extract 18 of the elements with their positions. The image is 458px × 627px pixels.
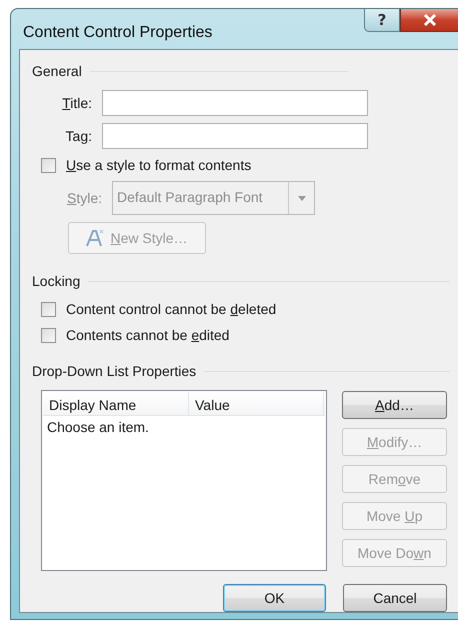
field-label: Style: bbox=[67, 190, 102, 206]
cancel-button[interactable]: Cancel bbox=[343, 584, 447, 612]
item-list[interactable]: Display Name Value Choose an item. bbox=[41, 390, 327, 571]
window-title: Content Control Properties bbox=[23, 24, 214, 42]
list-item[interactable]: Choose an item. bbox=[43, 416, 153, 438]
ok-button[interactable]: OK bbox=[223, 584, 326, 612]
section-heading: General bbox=[32, 63, 82, 79]
section-heading: Drop-Down List Properties bbox=[32, 363, 196, 379]
help-button[interactable]: ? bbox=[364, 9, 400, 32]
column-header[interactable]: Display Name bbox=[43, 392, 189, 415]
list-action-button[interactable]: Add… bbox=[342, 391, 447, 419]
checkbox-label: Content control cannot be deleted bbox=[66, 301, 276, 317]
field-label: Tag: bbox=[64, 128, 92, 144]
checkbox-label: Contents cannot be edited bbox=[66, 327, 230, 343]
field-label: Title: bbox=[61, 95, 92, 111]
column-header[interactable]: Value bbox=[189, 392, 324, 415]
checkbox-label: Use a style to format contents bbox=[66, 157, 252, 173]
section-heading: Locking bbox=[32, 273, 80, 289]
